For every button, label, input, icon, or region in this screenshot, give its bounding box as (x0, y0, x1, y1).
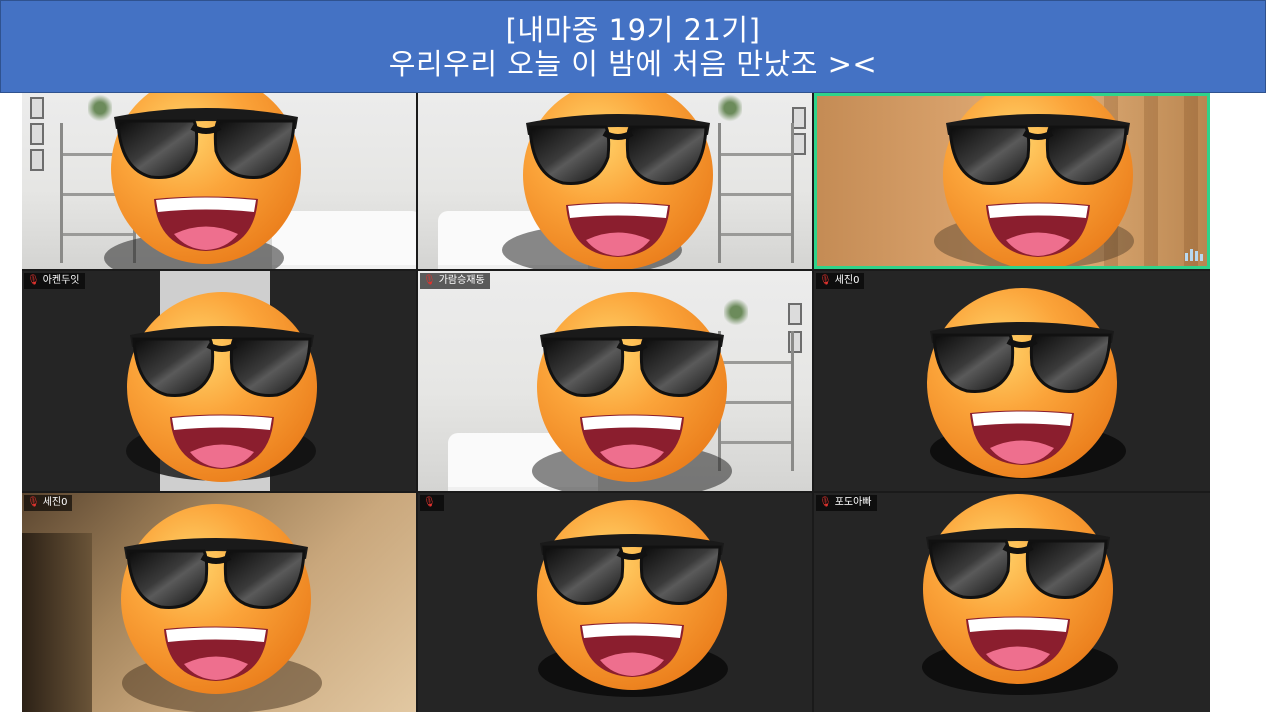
banner-title-line-2: 우리우리 오늘 이 밤에 처음 만났조 >< (388, 46, 878, 81)
sunglasses-emoji-overlay (922, 283, 1122, 483)
wall-frame (30, 149, 44, 171)
participant-name-tag: 🎙 아켄두잇 (24, 273, 85, 289)
sunglasses-emoji-overlay (116, 499, 316, 699)
participant-name-tag: 🎙 세진0 (816, 273, 865, 289)
sunglasses-emoji-overlay (106, 93, 306, 269)
participant-name: 세진0 (834, 275, 860, 286)
muted-microphone-icon: 🎙 (423, 275, 436, 286)
title-banner: [내마중 19기 21기] 우리우리 오늘 이 밤에 처음 만났조 >< (0, 0, 1266, 93)
muted-microphone-icon: 🎙 (27, 275, 40, 286)
muted-microphone-icon: 🎙 (819, 275, 832, 286)
participant-name-tag: 🎙 포도아빠 (816, 495, 877, 511)
curtain-fold (1184, 93, 1198, 269)
video-tile[interactable]: 🎙 가람승재동 (418, 271, 812, 491)
curtain-fold (1144, 93, 1158, 269)
video-tile[interactable]: 🎙 아켄두잇 (22, 271, 416, 491)
participant-name: 포도아빠 (834, 497, 872, 508)
participant-name: 아켄두잇 (42, 275, 80, 286)
car-window (22, 533, 92, 712)
video-tile[interactable]: 🎙 포도아빠 (814, 493, 1210, 712)
wall-frame (788, 303, 802, 325)
participant-name-tag: 🎙 세진0 (24, 495, 73, 511)
plant (718, 93, 742, 123)
muted-microphone-icon: 🎙 (423, 497, 436, 508)
participant-name: 세진0 (42, 497, 68, 508)
video-tile[interactable]: 🎙 (418, 493, 812, 712)
video-grid: 🎙 🎙아켄두잇 (22, 93, 1210, 712)
muted-microphone-icon: 🎙 (819, 497, 832, 508)
wall-frame (792, 133, 806, 155)
video-tile[interactable]: 🎙 세진0 (22, 493, 416, 712)
sunglasses-emoji-overlay (532, 287, 732, 487)
sunglasses-emoji-overlay (918, 493, 1118, 689)
video-tile-active-speaker[interactable] (814, 93, 1210, 269)
sunglasses-emoji-overlay (938, 93, 1138, 269)
banner-title-line-1: [내마중 19기 21기] (505, 12, 761, 47)
audio-level-icon (1185, 249, 1203, 261)
muted-microphone-icon: 🎙 (27, 497, 40, 508)
sunglasses-emoji-overlay (518, 93, 718, 269)
participant-name: 가람승재동 (438, 275, 485, 286)
participant-name-tag: 🎙 (420, 495, 444, 511)
shelf (718, 123, 794, 263)
video-tile[interactable] (418, 93, 812, 269)
participant-name-tag: 🎙 가람승재동 (420, 273, 490, 289)
video-tile[interactable]: 🎙 세진0 (814, 271, 1210, 491)
wall-frame (30, 97, 44, 119)
sunglasses-emoji-overlay (532, 495, 732, 695)
wall-frame (792, 107, 806, 129)
sunglasses-emoji-overlay (122, 287, 322, 487)
wall-frame (30, 123, 44, 145)
video-tile[interactable]: 🎙 (22, 93, 416, 269)
